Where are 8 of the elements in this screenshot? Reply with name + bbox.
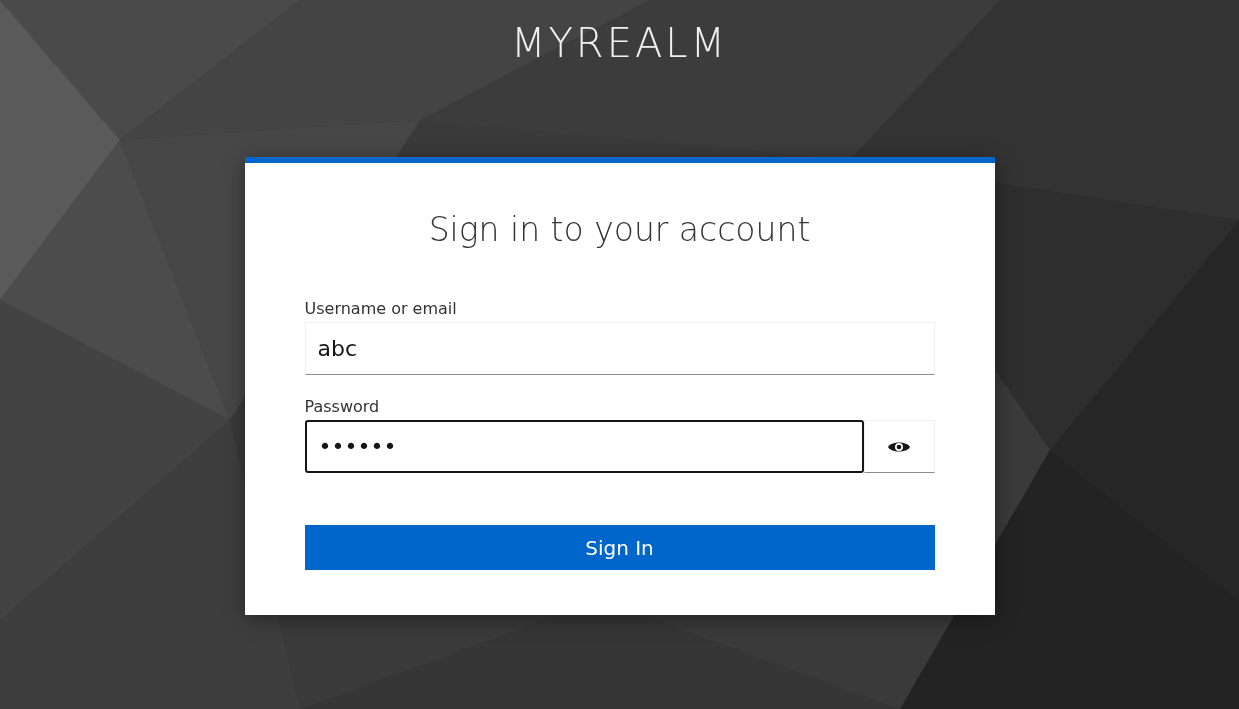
username-field[interactable]: abc bbox=[304, 322, 935, 375]
password-field[interactable]: •••••• bbox=[304, 420, 864, 473]
field-label: Password bbox=[304, 397, 381, 416]
field-label: Username or email bbox=[304, 299, 458, 318]
realm-title: MYREALM bbox=[510, 19, 729, 68]
card-heading: Sign in to your account bbox=[427, 210, 812, 249]
sign-in-button[interactable]: Sign In bbox=[304, 525, 935, 570]
show-password-button[interactable] bbox=[863, 420, 935, 473]
